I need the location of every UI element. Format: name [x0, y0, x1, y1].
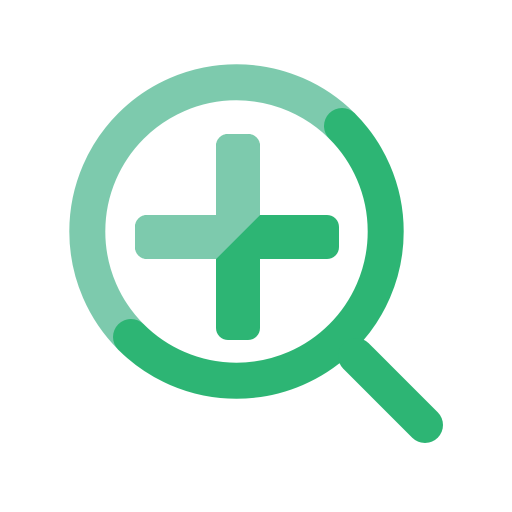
- lens-ring-light-arc: [69, 64, 360, 355]
- zoom-in-icon: [69, 64, 443, 443]
- plus-sign: [135, 134, 339, 340]
- icon-canvas: [0, 0, 512, 512]
- magnifier-handle: [338, 338, 443, 443]
